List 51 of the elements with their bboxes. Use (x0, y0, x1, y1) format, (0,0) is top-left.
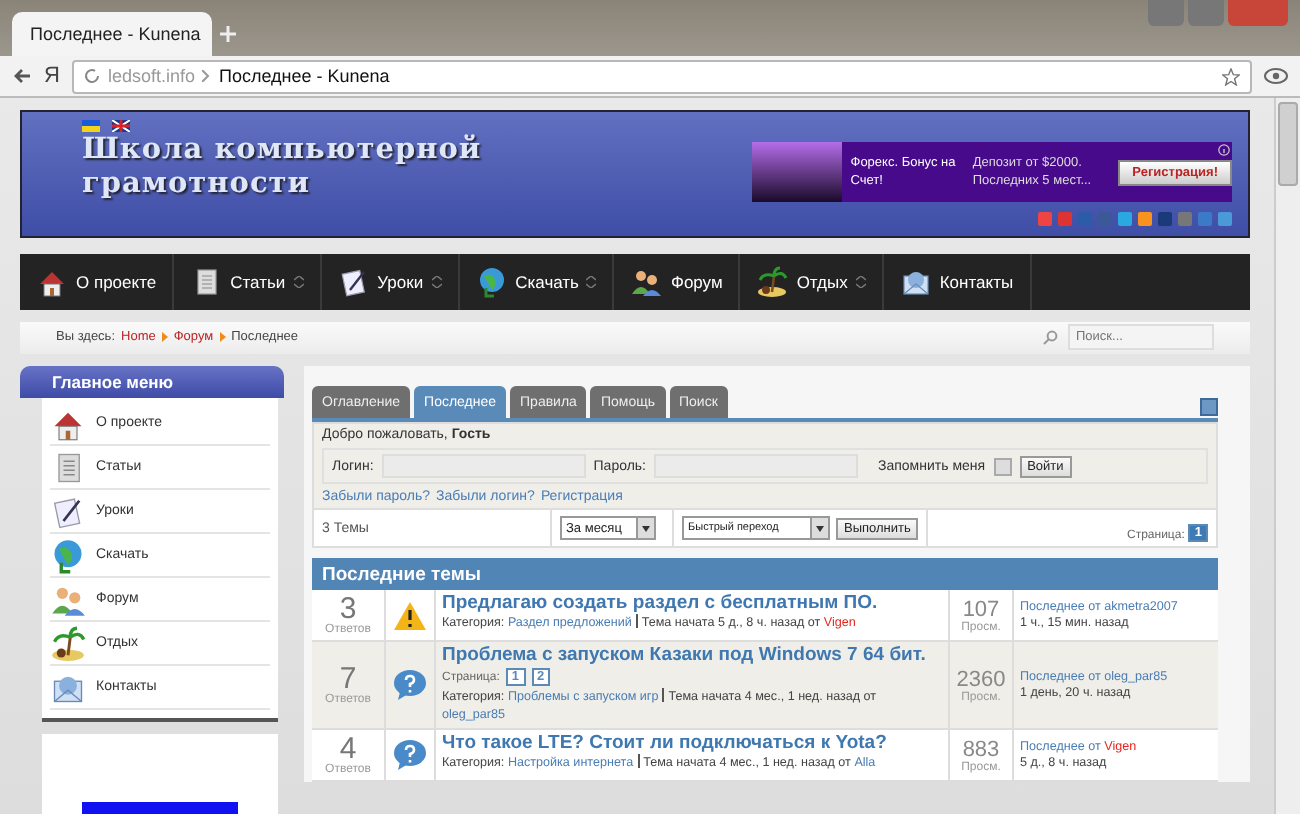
palm-island-icon (50, 625, 86, 661)
nav-item[interactable]: О проекте (20, 253, 175, 310)
page-title: Последнее - Kunena (218, 66, 390, 86)
star-icon[interactable] (1222, 67, 1240, 85)
reload-icon[interactable] (83, 68, 100, 84)
photo-placeholder (752, 142, 843, 202)
section-header: Последние темы (312, 558, 1218, 590)
warning-icon (394, 601, 426, 629)
nav-item[interactable]: Отдых (740, 253, 884, 310)
nav-item[interactable]: Уроки (321, 253, 460, 310)
url-domain: ledsoft.info (107, 66, 195, 86)
dropdown-arrow-icon (816, 525, 824, 531)
view-count: 883 (962, 737, 1000, 761)
topic-title[interactable]: Предлагаю создать раздел с бесплатным ПО. (442, 594, 942, 614)
palm-island-icon (756, 265, 789, 298)
scrollbar[interactable] (1274, 98, 1300, 814)
nav-item[interactable]: Контакты (883, 253, 1032, 310)
collapse-icon[interactable] (1200, 398, 1218, 416)
chevron-icon (202, 70, 211, 82)
question-bubble-icon (394, 740, 426, 770)
question-bubble-icon (394, 670, 426, 700)
maximize-button[interactable] (1188, 0, 1224, 26)
remember-checkbox[interactable] (993, 457, 1012, 475)
new-tab-icon[interactable] (220, 26, 236, 42)
address-bar[interactable]: ledsoft.info Последнее - Kunena (71, 59, 1252, 93)
nav-item[interactable]: Форум (614, 253, 741, 310)
arrow-icon (161, 332, 168, 343)
reply-count: 4 (339, 734, 357, 764)
nav-item[interactable]: Скачать (459, 253, 615, 310)
view-count: 2360 (956, 667, 1006, 691)
view-count: 107 (962, 597, 1000, 621)
reply-count: 3 (339, 594, 357, 624)
topic-title[interactable]: Проблема с запуском Казаки под Windows 7 64 бит. (442, 646, 942, 666)
arrow-icon (219, 332, 226, 343)
reply-count: 7 (339, 664, 357, 694)
nav-item[interactable]: Статьи (174, 253, 322, 310)
flag-icon[interactable] (112, 120, 130, 132)
eye-icon[interactable] (1264, 66, 1288, 86)
yandex-button[interactable]: Я (44, 64, 60, 88)
browser-tab[interactable]: Последнее - Kunena (12, 12, 212, 56)
info-icon[interactable] (1218, 144, 1230, 156)
search-icon[interactable] (1042, 329, 1058, 346)
back-arrow-icon[interactable] (12, 66, 32, 86)
site-title[interactable]: Школа компьютерной грамотности (82, 132, 482, 200)
dropdown-arrow-icon (642, 525, 650, 531)
people-icon (630, 265, 663, 298)
scrollbar-thumb[interactable] (1278, 102, 1298, 186)
close-window-button[interactable] (1228, 0, 1288, 26)
minimize-button[interactable] (1148, 0, 1184, 26)
menu-header: Главное меню (20, 366, 284, 398)
topic-title[interactable]: Что такое LTE? Стоит ли подключаться к Yota? (442, 734, 942, 754)
